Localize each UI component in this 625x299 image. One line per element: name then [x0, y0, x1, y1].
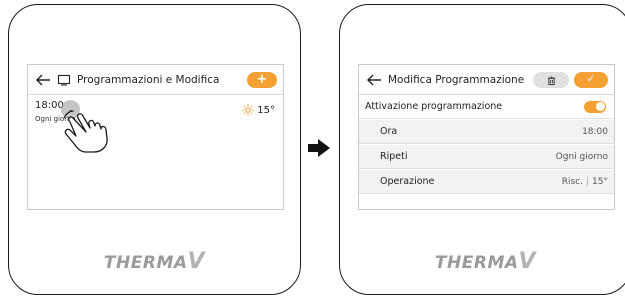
- activation-toggle[interactable]: [584, 100, 606, 113]
- edit-schedule-screen: Modifica Programmazione ✓ Attivazione pr…: [358, 64, 615, 210]
- time-row[interactable]: Ora 18:00: [359, 120, 614, 144]
- confirm-button[interactable]: ✓: [574, 72, 608, 88]
- thermav-logo: THERMAV: [103, 249, 206, 274]
- time-label: Ora: [380, 126, 398, 137]
- screen-header: Modifica Programmazione ✓: [359, 65, 614, 95]
- tap-hand-icon: [64, 110, 108, 153]
- add-schedule-button[interactable]: +: [247, 72, 277, 88]
- device-frame-right: Modifica Programmazione ✓ Attivazione pr…: [339, 4, 625, 295]
- operation-temp: 15°: [592, 176, 608, 187]
- device-frame-left: Programmazioni e Modifica + 18:00 Ogni g…: [8, 4, 301, 295]
- activation-label: Attivazione programmazione: [365, 101, 503, 112]
- operation-mode: Risc.: [561, 176, 583, 187]
- repeat-row[interactable]: Ripeti Ogni giorno: [359, 145, 614, 169]
- repeat-label: Ripeti: [380, 151, 408, 162]
- repeat-value: Ogni giorno: [555, 151, 608, 162]
- operation-label: Operazione: [380, 176, 435, 187]
- thermav-logo: THERMAV: [434, 249, 537, 274]
- back-arrow-icon[interactable]: [35, 73, 51, 87]
- time-value: 18:00: [582, 126, 608, 137]
- sun-icon: [242, 104, 254, 116]
- schedule-icon: [57, 74, 71, 86]
- activation-row: Attivazione programmazione: [359, 95, 614, 119]
- screen-header: Programmazioni e Modifica +: [28, 65, 283, 95]
- page-title: Modifica Programmazione: [388, 73, 525, 86]
- delete-button[interactable]: [533, 72, 569, 88]
- operation-value: Risc. | 15°: [561, 176, 608, 187]
- schedule-list-screen: Programmazioni e Modifica + 18:00 Ogni g…: [27, 64, 284, 210]
- back-arrow-icon[interactable]: [366, 73, 382, 87]
- operation-row[interactable]: Operazione Risc. | 15°: [359, 170, 614, 194]
- page-title: Programmazioni e Modifica: [77, 73, 220, 86]
- schedule-temp-value: 15°: [257, 104, 275, 116]
- schedule-temp: 15°: [242, 104, 275, 116]
- flow-arrow-icon: [308, 139, 330, 157]
- schedule-time: 18:00: [35, 100, 64, 111]
- delete-icon: [547, 76, 555, 85]
